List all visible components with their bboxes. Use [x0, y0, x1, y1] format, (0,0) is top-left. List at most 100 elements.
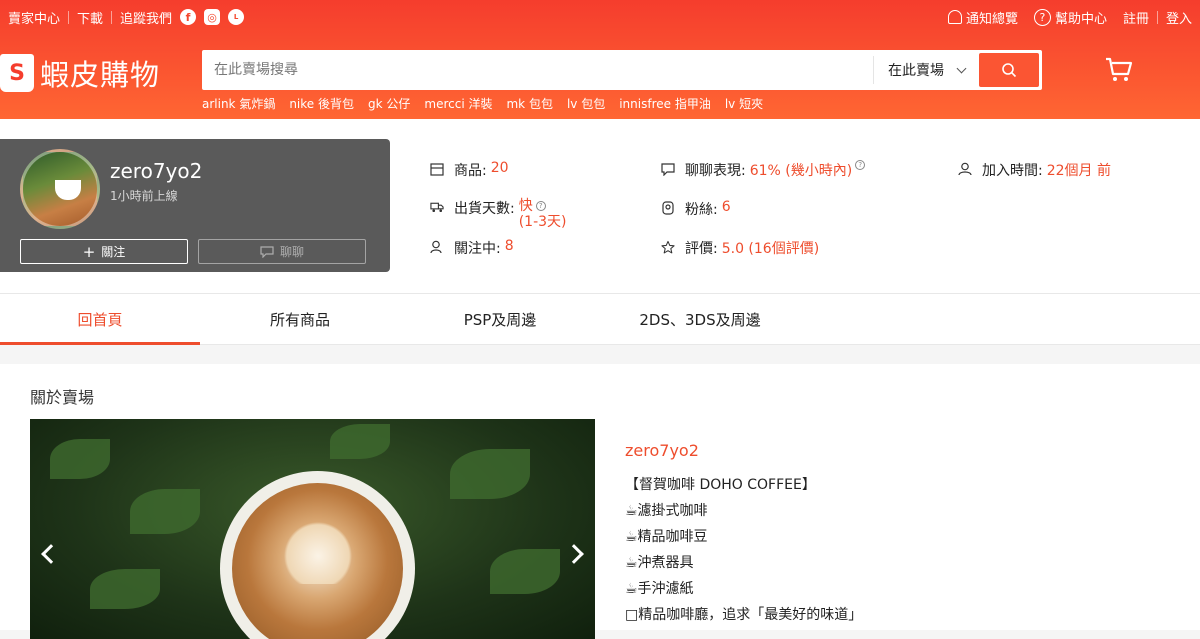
stat-value: 22個月 前	[1046, 163, 1111, 179]
shop-name: zero7yo2	[110, 159, 203, 183]
chat-button[interactable]: 聊聊	[198, 239, 366, 264]
search-scope-label: 在此賣場	[888, 63, 944, 79]
search-hint[interactable]: innisfree 指甲油	[619, 95, 711, 112]
stat-value: 61% (幾小時內)	[749, 163, 853, 179]
shop-online-status: 1小時前上線	[110, 189, 178, 203]
info-icon[interactable]: ?	[535, 201, 546, 211]
search-hints: arlink 氣炸鍋 nike 後背包 gk 公仔 mercci 洋裝 mk 包…	[202, 95, 763, 112]
stat-label: 出貨天數:	[454, 201, 515, 217]
leaf-shape	[330, 424, 390, 459]
logo-text: 蝦皮購物	[40, 58, 161, 92]
stat-value: 20	[490, 160, 509, 176]
notifications-label: 通知總覽	[965, 11, 1018, 27]
facebook-icon[interactable]: f	[180, 9, 197, 25]
help-icon: ?	[1033, 8, 1051, 26]
tab-psp[interactable]: PSP及周邊	[400, 294, 600, 344]
search-bar: 在此賣場	[202, 50, 1042, 90]
line-icon[interactable]: L	[228, 9, 245, 25]
info-icon[interactable]: ?	[855, 160, 866, 170]
stat-following[interactable]: 關注中: 8	[430, 238, 514, 258]
stat-label: 商品:	[454, 163, 487, 179]
description-line: □精品咖啡廳，追求「最美好的味道」	[625, 607, 863, 623]
download-link[interactable]: 下載	[77, 8, 103, 27]
search-icon	[1002, 63, 1017, 78]
search-button[interactable]	[979, 53, 1039, 87]
follow-label: 關注	[101, 245, 126, 259]
divider	[111, 10, 113, 24]
store-icon	[430, 162, 444, 176]
about-shop-section: 關於賣場 zero7yo2 【督賀咖啡 DOHO COFFEE】 ☕濾掛式咖啡 …	[0, 364, 1200, 639]
tab-home[interactable]: 回首頁	[0, 294, 200, 345]
site-header: 賣家中心 下載 追蹤我們 f ◎ L 通知總覽 ? 幫助中心 註冊 登入 S 蝦…	[0, 0, 1200, 119]
search-hint[interactable]: arlink 氣炸鍋	[202, 95, 275, 112]
leaf-shape	[50, 439, 110, 479]
help-link[interactable]: ? 幫助中心	[1033, 8, 1107, 27]
tab-all-products[interactable]: 所有商品	[200, 294, 400, 344]
star-icon	[661, 240, 675, 254]
stat-label: 評價:	[685, 241, 718, 257]
search-hint[interactable]: mercci 洋裝	[424, 95, 492, 112]
leaf-shape	[490, 549, 560, 594]
stat-label: 加入時間:	[982, 163, 1043, 179]
follow-button[interactable]: + 關注	[20, 239, 188, 264]
stat-value: 5.0 (16個評價)	[721, 241, 820, 257]
stat-label: 關注中:	[454, 241, 501, 257]
follow-us-label: 追蹤我們	[120, 11, 173, 27]
description-line: ☕濾掛式咖啡	[625, 503, 708, 519]
chevron-down-icon	[956, 63, 967, 73]
coffee-cup-icon	[55, 180, 81, 200]
plus-icon: +	[82, 242, 96, 261]
stat-fans: 粉絲: 6	[661, 199, 731, 219]
shop-image-carousel[interactable]	[30, 419, 595, 639]
chat-label: 聊聊	[279, 245, 304, 259]
bell-icon	[947, 10, 962, 24]
stat-joined: 加入時間: 22個月 前	[958, 160, 1111, 180]
cart-icon	[1106, 57, 1133, 81]
stat-label: 粉絲:	[685, 202, 718, 218]
search-input[interactable]	[202, 52, 873, 88]
search-hint[interactable]: gk 公仔	[368, 95, 410, 112]
cart-button[interactable]	[1104, 56, 1134, 88]
search-hint[interactable]: nike 後背包	[289, 95, 354, 112]
login-link[interactable]: 登入	[1166, 8, 1192, 27]
shop-card: zero7yo2 1小時前上線 + 關注 聊聊	[0, 139, 390, 272]
avatar[interactable]	[20, 149, 100, 229]
leaf-shape	[130, 489, 200, 534]
seller-center-link[interactable]: 賣家中心	[8, 8, 60, 27]
stat-chat-performance: 聊聊表現: 61% (幾小時內) ?	[661, 160, 866, 180]
leaf-shape	[90, 569, 160, 609]
stat-products[interactable]: 商品: 20	[430, 160, 509, 180]
stat-label: 聊聊表現:	[685, 163, 746, 179]
topbar-left: 賣家中心 下載 追蹤我們 f ◎ L	[8, 8, 245, 27]
register-link[interactable]: 註冊	[1123, 8, 1149, 27]
shop-description: zero7yo2 【督賀咖啡 DOHO COFFEE】 ☕濾掛式咖啡 ☕精品咖啡…	[625, 438, 862, 628]
stat-value: 快	[518, 198, 533, 214]
section-title: 關於賣場	[30, 388, 95, 407]
leaf-shape	[450, 449, 530, 499]
description-shop-name: zero7yo2	[625, 441, 699, 460]
chat-bubble-icon	[260, 245, 274, 258]
description-line: ☕手沖濾紙	[625, 581, 694, 597]
tab-2ds-3ds[interactable]: 2DS、3DS及周邊	[600, 294, 800, 344]
truck-icon	[430, 200, 444, 214]
instagram-icon[interactable]: ◎	[204, 9, 221, 25]
search-scope-select[interactable]: 在此賣場	[873, 56, 979, 84]
chevron-right-icon[interactable]	[564, 544, 584, 564]
notifications-link[interactable]: 通知總覽	[947, 8, 1018, 27]
description-line: ☕沖煮器具	[625, 555, 694, 571]
fans-icon	[661, 201, 675, 215]
chat-icon	[661, 162, 675, 176]
stat-value: 6	[721, 199, 731, 215]
description-line: ☕精品咖啡豆	[625, 529, 708, 545]
search-hint[interactable]: mk 包包	[506, 95, 552, 112]
chevron-left-icon[interactable]	[41, 544, 61, 564]
user-plus-icon	[430, 240, 444, 254]
search-hint[interactable]: lv 包包	[567, 95, 605, 112]
user-icon	[958, 162, 972, 176]
stat-value-detail: (1-3天)	[518, 214, 567, 230]
shopee-logo[interactable]: S 蝦皮購物	[0, 52, 160, 94]
latte-heart	[280, 514, 356, 584]
search-hint[interactable]: lv 短夾	[725, 95, 763, 112]
stat-rating[interactable]: 評價: 5.0 (16個評價)	[661, 238, 819, 258]
stat-shipping-days: 出貨天數: 快? (1-3天)	[430, 198, 567, 230]
